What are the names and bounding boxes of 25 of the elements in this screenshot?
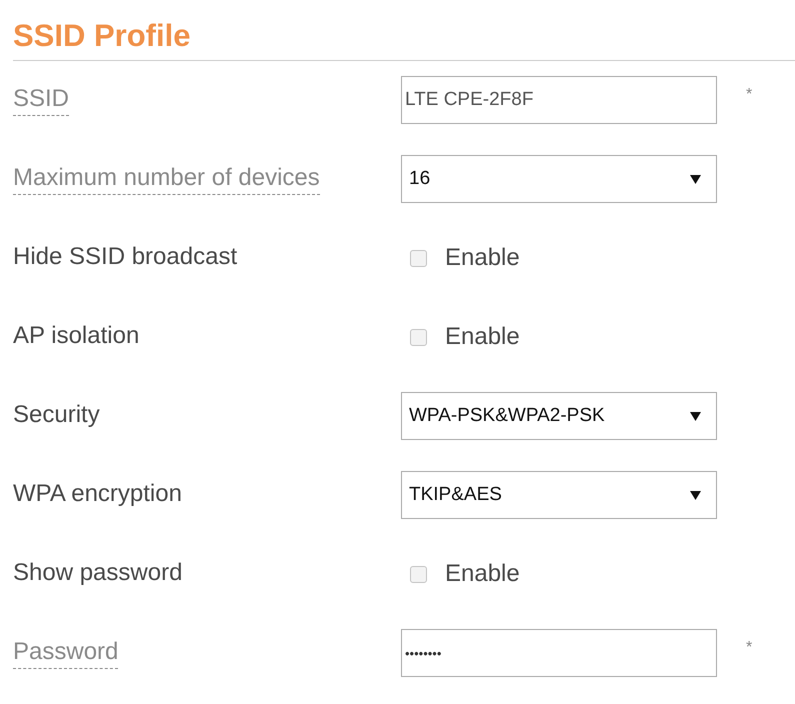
field-label: Show password [13,559,182,588]
field-label: Hide SSID broadcast [13,243,238,272]
required-mark: * [746,639,752,657]
checkbox[interactable] [410,566,427,582]
field-label: SSID [13,84,70,116]
checkbox-label: Enable [445,560,520,588]
dropdown[interactable]: WPA-PSK&WPA2-PSK [401,392,717,440]
checkbox[interactable] [410,250,427,266]
caret-icon [690,412,701,420]
checkbox[interactable] [410,328,427,346]
required-mark: * [746,86,752,104]
ssid-input[interactable]: LTE CPE-2F8F [401,76,717,124]
field-label: WPA encryption [13,480,182,509]
dropdown[interactable]: TKIP&AES [401,471,717,519]
caret-icon [690,490,701,500]
field-label: AP isolation [13,322,140,351]
password-input[interactable]: •••••••• [401,629,717,677]
checkbox-label: Enable [445,244,520,272]
page-title: SSID Profile [12,17,192,55]
field-label: Security [13,401,100,430]
field-label: Password [13,638,118,668]
caret-icon [690,174,701,184]
dropdown[interactable]: 16 [401,155,717,203]
checkbox-label: Enable [445,323,520,351]
field-label: Maximum number of devices [13,164,320,194]
